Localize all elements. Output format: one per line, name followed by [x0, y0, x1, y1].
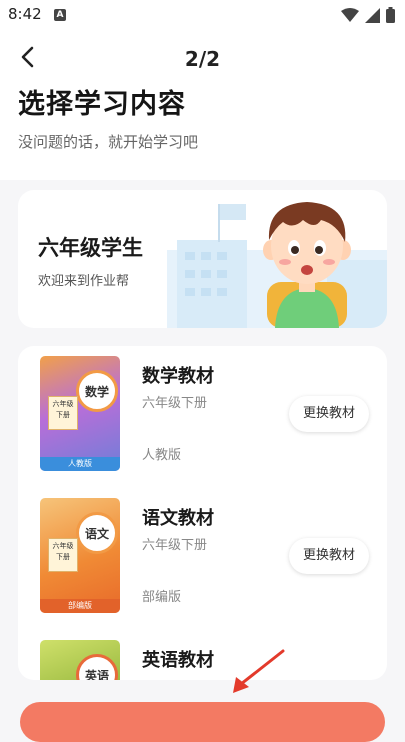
cover-grade-line1: 六年级	[52, 542, 74, 550]
start-learning-button[interactable]	[20, 702, 385, 742]
book-edition: 部编版	[142, 590, 182, 605]
textbook-list: 数学 六年级 下册 人教版 数学教材 六年级下册 人教版 更换教材 语文 六年级下…	[18, 346, 387, 680]
cover-grade-line2: 下册	[56, 553, 70, 561]
page-title: 选择学习内容	[18, 89, 186, 120]
notification-icon: A	[54, 9, 66, 21]
battery-icon	[386, 7, 395, 23]
status-bar: 8:42 A	[0, 0, 405, 30]
cover-grade-label: 六年级 下册	[48, 538, 78, 572]
cover-grade-line1: 六年级	[52, 400, 74, 408]
book-name: 英语教材	[142, 650, 214, 671]
english-textbook-cover: 英语	[40, 640, 120, 680]
book-grade: 六年级下册	[142, 396, 208, 411]
grade-welcome: 欢迎来到作业帮	[38, 274, 130, 289]
cover-grade-line2: 下册	[56, 411, 70, 419]
student-illustration	[167, 202, 387, 328]
grade-title: 六年级学生	[38, 236, 143, 260]
cover-grade-label: 六年级 下册	[48, 396, 78, 430]
textbook-row-math[interactable]: 数学 六年级 下册 人教版 数学教材 六年级下册 人教版 更换教材	[18, 346, 387, 476]
cover-subject: 数学	[76, 370, 118, 412]
page-indicator: 2/2	[184, 47, 221, 71]
book-grade: 六年级下册	[142, 538, 208, 553]
pointer-arrow-icon	[233, 649, 285, 693]
math-textbook-cover: 数学 六年级下册 人教版	[40, 356, 120, 471]
grade-card[interactable]: 六年级学生 欢迎来到作业帮	[18, 190, 387, 328]
wifi-icon	[341, 8, 359, 22]
chinese-textbook-cover: 语文 六年级下册 部编版	[40, 498, 120, 613]
status-time: 8:42	[8, 5, 42, 23]
cover-publisher: 人教版	[40, 457, 120, 471]
change-textbook-button-math[interactable]: 更换教材	[289, 396, 369, 432]
book-name: 数学教材	[142, 366, 214, 387]
signal-icon	[365, 7, 380, 23]
cover-publisher: 部编版	[40, 599, 120, 613]
status-icons	[341, 7, 395, 23]
textbook-row-chinese[interactable]: 语文 六年级 下册 部编版 语文教材 六年级下册 部编版 更换教材	[18, 488, 387, 618]
cover-subject: 英语	[76, 654, 118, 680]
textbook-row-english[interactable]: 英语 英语教材	[18, 630, 387, 680]
change-textbook-button-chinese[interactable]: 更换教材	[289, 538, 369, 574]
cover-subject: 语文	[76, 512, 118, 554]
book-name: 语文教材	[142, 508, 214, 529]
page-subtitle: 没问题的话，就开始学习吧	[18, 133, 199, 151]
header: 2/2 选择学习内容 没问题的话，就开始学习吧	[0, 30, 405, 180]
book-edition: 人教版	[142, 448, 182, 463]
